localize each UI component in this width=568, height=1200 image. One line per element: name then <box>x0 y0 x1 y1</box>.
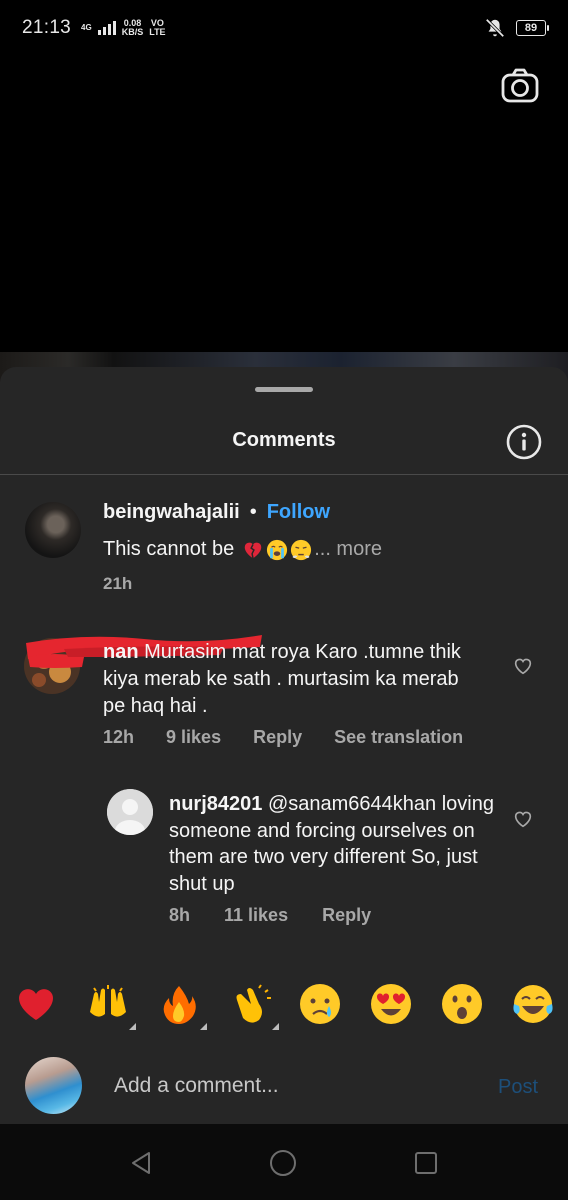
comment-text: This cannot be ... more <box>103 538 382 561</box>
recents-icon[interactable] <box>411 1148 441 1178</box>
volte-indicator: VO LTE <box>149 19 165 37</box>
clapping-hands-reaction[interactable] <box>229 982 279 1030</box>
home-icon[interactable] <box>268 1148 298 1178</box>
mute-icon <box>485 18 505 38</box>
tears-of-joy-icon <box>513 985 553 1023</box>
battery-level: 89 <box>524 22 538 34</box>
comment-meta: 12h 9 likes Reply See translation <box>103 727 495 748</box>
clapping-hands-icon <box>236 984 271 1023</box>
system-nav-bar <box>0 1124 568 1200</box>
follow-button[interactable]: Follow <box>267 501 330 524</box>
heart-eyes-reaction[interactable] <box>369 982 413 1026</box>
network-speed-unit: KB/S <box>121 27 144 37</box>
surprised-face-reaction[interactable] <box>440 982 484 1026</box>
camera-icon[interactable] <box>500 66 540 106</box>
comments-sheet: Comments beingwahajalii • Follow This ca… <box>0 367 568 1124</box>
quick-reactions-bar <box>0 982 568 1032</box>
post-button[interactable]: Post <box>498 1076 538 1099</box>
loudly-crying-icon <box>267 539 288 560</box>
volte-bottom: LTE <box>149 27 166 37</box>
fire-reaction[interactable] <box>157 982 207 1030</box>
drag-handle[interactable] <box>255 387 313 392</box>
like-heart-icon[interactable] <box>512 655 534 677</box>
separator-dot: • <box>249 501 257 523</box>
reply-username[interactable]: nurj84201 <box>169 793 262 815</box>
tears-of-joy-reaction[interactable] <box>511 982 555 1026</box>
see-translation-button[interactable]: See translation <box>334 727 463 748</box>
fire-icon <box>163 986 196 1024</box>
red-heart-icon <box>19 989 53 1020</box>
more-link[interactable]: ... more <box>314 538 382 561</box>
reply-button[interactable]: Reply <box>253 727 302 748</box>
comment-header: beingwahajalii • Follow <box>103 501 330 524</box>
raising-hands-icon <box>90 985 126 1017</box>
heart-eyes-icon <box>371 984 411 1024</box>
more-reactions-indicator <box>272 1023 279 1030</box>
status-time: 21:13 <box>22 17 72 38</box>
crying-face-icon <box>300 984 340 1024</box>
raising-hands-reaction[interactable] <box>86 982 136 1030</box>
reply-meta: 8h 11 likes Reply <box>169 905 405 926</box>
back-icon[interactable] <box>127 1148 157 1178</box>
battery-icon: 89 <box>516 20 549 36</box>
person-silhouette-icon <box>107 789 153 835</box>
reply-text: nurj84201 @sanam6644khan loving someone … <box>169 791 499 897</box>
reply-time: 8h <box>169 905 191 925</box>
steam-from-nose-icon <box>291 539 312 560</box>
comment-body: Murtasim mat roya Karo .tumne thik kiya … <box>103 641 461 717</box>
comment-input[interactable]: Add a comment... <box>114 1074 279 1098</box>
current-user-avatar[interactable] <box>25 1057 82 1114</box>
status-bar: 21:13 4G 0.08 KB/S VO LTE 89 <box>0 0 568 56</box>
comment-likes[interactable]: 9 likes <box>166 727 221 748</box>
default-avatar-icon[interactable] <box>107 789 153 835</box>
network-speed: 0.08 KB/S <box>122 19 144 37</box>
comment-username[interactable]: nan <box>103 641 139 663</box>
more-reactions-indicator <box>200 1023 207 1030</box>
comment-composer: Add a comment... Post <box>0 1042 568 1124</box>
sheet-title: Comments <box>232 429 336 451</box>
more-reactions-indicator <box>129 1023 136 1030</box>
comment-text: nan Murtasim mat roya Karo .tumne thik k… <box>103 639 483 720</box>
network-type: 4G <box>81 24 92 32</box>
like-heart-icon[interactable] <box>512 808 534 830</box>
crying-face-reaction[interactable] <box>298 982 342 1026</box>
info-icon[interactable] <box>505 423 543 461</box>
comment-time: 21h <box>103 574 133 593</box>
broken-heart-icon <box>244 542 262 558</box>
status-right-icons: 89 <box>484 17 549 39</box>
comment-username[interactable]: beingwahajalii <box>103 501 240 524</box>
header-divider <box>0 474 568 475</box>
red-heart-reaction[interactable] <box>14 982 58 1026</box>
network-type-label: 4G <box>81 23 92 32</box>
surprised-face-icon <box>442 984 482 1024</box>
reply-button[interactable]: Reply <box>322 905 371 926</box>
status-network-icons: 4G 0.08 KB/S VO LTE <box>81 19 166 37</box>
comment-body: This cannot be <box>103 538 235 560</box>
comment-time: 12h <box>103 727 135 747</box>
commenter-avatar[interactable] <box>25 502 81 558</box>
signal-icon <box>97 21 116 35</box>
reply-likes[interactable]: 11 likes <box>224 905 288 926</box>
